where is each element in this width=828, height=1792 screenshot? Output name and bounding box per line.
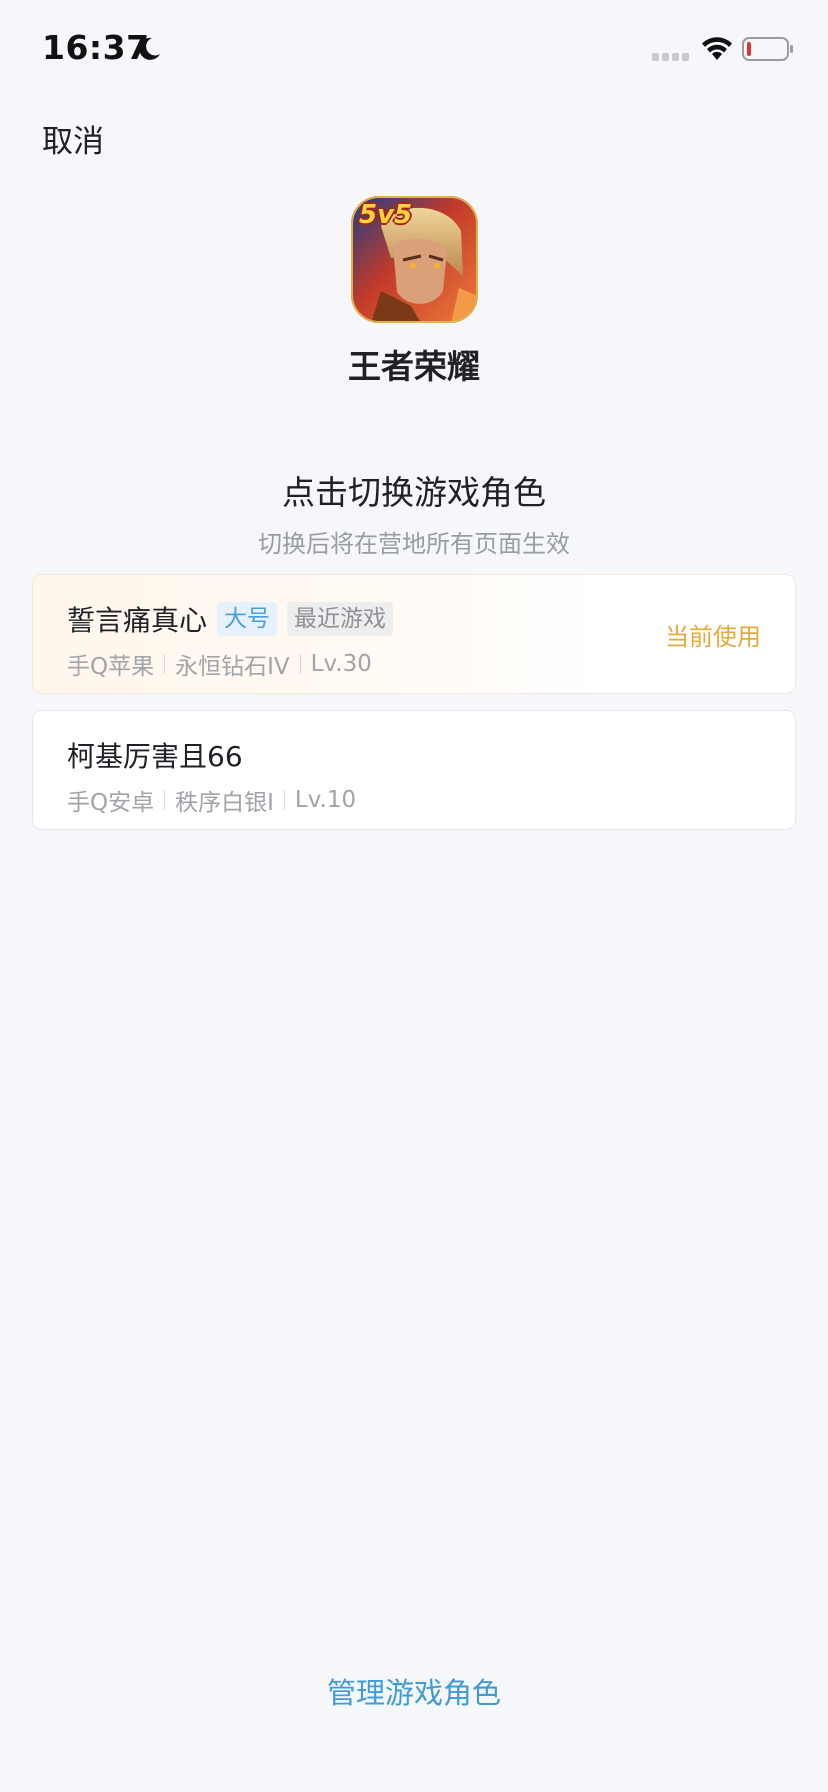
meta-divider xyxy=(299,654,301,674)
status-bar: 16:37 xyxy=(0,0,828,100)
moon-icon xyxy=(139,37,160,60)
role-name-row: 柯基厉害且66 xyxy=(67,737,243,773)
game-name: 王者荣耀 xyxy=(348,347,480,386)
role-meta: 手Q安卓 秩序白银I Lv.10 xyxy=(67,783,356,817)
manage-roles-button[interactable]: 管理游戏角色 xyxy=(0,1670,828,1712)
role-level: Lv.30 xyxy=(310,651,372,677)
main-account-tag: 大号 xyxy=(217,602,278,636)
section-title: 点击切换游戏角色 xyxy=(282,473,546,512)
section-subtitle: 切换后将在营地所有页面生效 xyxy=(258,530,570,558)
role-name: 柯基厉害且66 xyxy=(67,740,243,773)
role-card[interactable]: 柯基厉害且66 手Q安卓 秩序白银I Lv.10 xyxy=(32,710,796,830)
role-card-current[interactable]: 誓言痛真心 大号 最近游戏 手Q苹果 永恒钻石IV Lv.30 当前使用 xyxy=(32,574,796,694)
current-in-use-label: 当前使用 xyxy=(665,623,761,651)
role-platform: 手Q安卓 xyxy=(67,790,155,816)
role-name: 誓言痛真心 xyxy=(67,604,208,637)
cancel-button[interactable]: 取消 xyxy=(42,116,104,161)
status-time: 16:37 xyxy=(42,28,150,67)
role-name-row: 誓言痛真心 大号 最近游戏 xyxy=(67,601,394,637)
battery-icon xyxy=(742,37,793,61)
role-switch-screen: 16:37 取消 5v5 王者荣耀 点击切换游戏角色 切换后将在营地所有页面生效… xyxy=(0,0,828,1792)
role-level: Lv.10 xyxy=(294,787,357,813)
role-platform: 手Q苹果 xyxy=(67,654,155,680)
game-app-icon: 5v5 xyxy=(351,196,478,323)
game-icon-badge: 5v5 xyxy=(359,200,413,230)
wifi-icon xyxy=(702,37,732,60)
role-meta: 手Q苹果 永恒钻石IV Lv.30 xyxy=(67,647,372,681)
role-rank: 永恒钻石IV xyxy=(175,654,290,680)
recent-played-tag: 最近游戏 xyxy=(287,602,394,636)
meta-divider xyxy=(164,790,166,810)
role-rank: 秩序白银I xyxy=(175,790,274,816)
signal-icon xyxy=(652,53,689,61)
meta-divider xyxy=(164,654,166,674)
meta-divider xyxy=(283,790,285,810)
